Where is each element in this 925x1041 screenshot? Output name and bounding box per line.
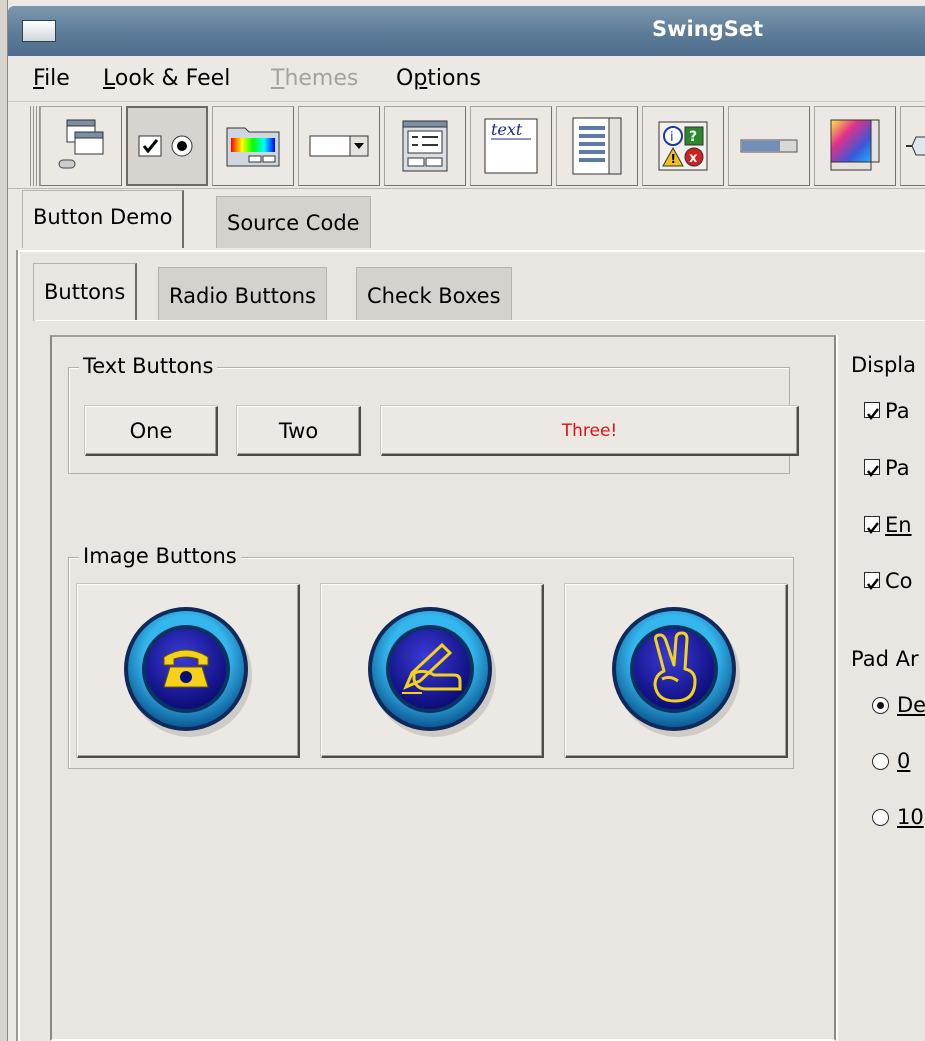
radio-default-circle[interactable] <box>872 697 889 714</box>
combobox-demo-icon <box>309 135 369 157</box>
checkmark-icon <box>867 408 879 421</box>
menu-look-mnemonic: L <box>103 66 115 91</box>
phone-image-button[interactable] <box>77 584 300 758</box>
title-bar[interactable]: SwingSet <box>8 6 925 56</box>
menu-themes-mnemonic: T <box>271 66 285 91</box>
menu-look-and-feel[interactable]: Look & Feel <box>103 66 230 91</box>
toolbar-color-chooser-button[interactable] <box>212 106 294 186</box>
option-pane-demo-icon: i ? ! x <box>658 121 708 171</box>
swingset-window: SwingSet File Look & Feel Themes Options <box>0 0 925 1041</box>
checkbox-content-filled-box[interactable] <box>864 572 880 591</box>
phone-icon <box>124 606 252 737</box>
pad-amount-title: Pad Ar <box>851 647 919 671</box>
svg-text:!: ! <box>671 152 676 166</box>
checkmark-icon <box>867 578 879 591</box>
checkmark-icon <box>867 465 879 478</box>
tab-button-demo[interactable]: Button Demo <box>22 190 185 248</box>
checkbox-paint-border-box[interactable] <box>864 402 880 421</box>
color-chooser-demo-icon <box>226 127 280 167</box>
toolbar-grip[interactable] <box>30 106 40 186</box>
text-buttons-group: Text Buttons One Two Three! <box>68 354 799 474</box>
inner-tab-strip: Buttons Radio Buttons Check Boxes <box>33 263 925 323</box>
toolbar-slider-button[interactable] <box>900 106 925 186</box>
checkbox-paint-border-label: Pa <box>885 399 910 423</box>
toolbar-internal-frame-button[interactable] <box>40 106 122 186</box>
checkmark-icon <box>867 522 879 535</box>
editor-icon-label: text <box>491 120 523 139</box>
checkbox-content-filled-label: Co <box>885 569 913 593</box>
peace-image-button[interactable] <box>565 584 788 758</box>
display-options-title: Displa <box>851 353 916 377</box>
options-pane: Displa Pa Pa En Co Pad Ar De 0 10 <box>836 335 925 1041</box>
checkbox-enabled-box[interactable] <box>864 516 880 535</box>
checkbox-paint-focus-box[interactable] <box>864 459 880 478</box>
toolbar-scroll-pane-button[interactable] <box>814 106 896 186</box>
radio-default-label: De <box>897 693 925 717</box>
slider-demo-icon <box>906 136 925 156</box>
menu-options-rest: tions <box>427 66 481 91</box>
toolbar-progress-bar-button[interactable] <box>728 106 810 186</box>
menu-file[interactable]: File <box>33 66 70 91</box>
button-content-pane: Text Buttons One Two Three! Image Button… <box>50 335 836 1041</box>
tab-check-boxes[interactable]: Check Boxes <box>356 267 512 323</box>
tab-source-code[interactable]: Source Code <box>216 196 371 248</box>
menu-themes-rest: hemes <box>284 66 359 91</box>
window-title: SwingSet <box>652 17 764 41</box>
write-icon <box>368 606 496 737</box>
list-demo-icon <box>572 117 622 175</box>
svg-text:x: x <box>689 151 698 166</box>
demo-toolbar: text i ? ! x <box>8 103 925 189</box>
window-left-border <box>0 0 8 1041</box>
radio-ten-label: 10 <box>897 805 924 829</box>
image-buttons-group: Image Buttons <box>68 544 794 769</box>
radio-zero-label: 0 <box>897 749 911 773</box>
menu-bar: File Look & Feel Themes Options <box>8 56 925 102</box>
write-image-button[interactable] <box>321 584 544 758</box>
menu-options[interactable]: Options <box>396 66 481 91</box>
button-demo-icon <box>138 135 193 157</box>
one-button[interactable]: One <box>85 406 218 456</box>
toolbar-list-button[interactable] <box>556 106 638 186</box>
svg-text:i: i <box>670 130 674 145</box>
editor-pane-demo-icon: text <box>484 118 538 174</box>
menu-options-mnemonic: p <box>413 66 428 91</box>
toolbar-editor-pane-button[interactable]: text <box>470 106 552 186</box>
tab-buttons[interactable]: Buttons <box>33 263 138 321</box>
three-button[interactable]: Three! <box>381 406 799 456</box>
checkbox-paint-focus-label: Pa <box>885 456 910 480</box>
image-buttons-title: Image Buttons <box>79 544 241 568</box>
toolbar-option-pane-button[interactable]: i ? ! x <box>642 106 724 186</box>
toolbar-combobox-button[interactable] <box>298 106 380 186</box>
radio-zero-circle[interactable] <box>872 753 889 770</box>
outer-tab-strip: Button Demo Source Code <box>8 190 925 250</box>
radio-ten-circle[interactable] <box>872 809 889 826</box>
menu-options-pre: O <box>396 66 414 91</box>
internal-frame-demo-icon <box>58 119 104 169</box>
svg-text:?: ? <box>689 129 697 145</box>
menu-look-rest: ook & Feel <box>114 66 231 91</box>
peace-hand-icon <box>612 606 740 737</box>
scroll-pane-demo-icon <box>830 119 880 171</box>
toolbar-file-chooser-button[interactable] <box>384 106 466 186</box>
checkbox-enabled-label: En <box>885 513 912 537</box>
menu-file-rest: ile <box>44 66 70 91</box>
file-chooser-demo-icon <box>402 120 448 172</box>
window-menu-icon[interactable] <box>22 20 56 42</box>
menu-file-mnemonic: F <box>33 66 45 91</box>
progress-bar-demo-icon <box>740 139 798 153</box>
two-button[interactable]: Two <box>237 406 361 456</box>
tab-radio-buttons[interactable]: Radio Buttons <box>158 267 327 323</box>
text-buttons-title: Text Buttons <box>79 354 218 378</box>
toolbar-button-demo-button[interactable] <box>126 106 208 186</box>
menu-themes[interactable]: Themes <box>271 66 358 91</box>
